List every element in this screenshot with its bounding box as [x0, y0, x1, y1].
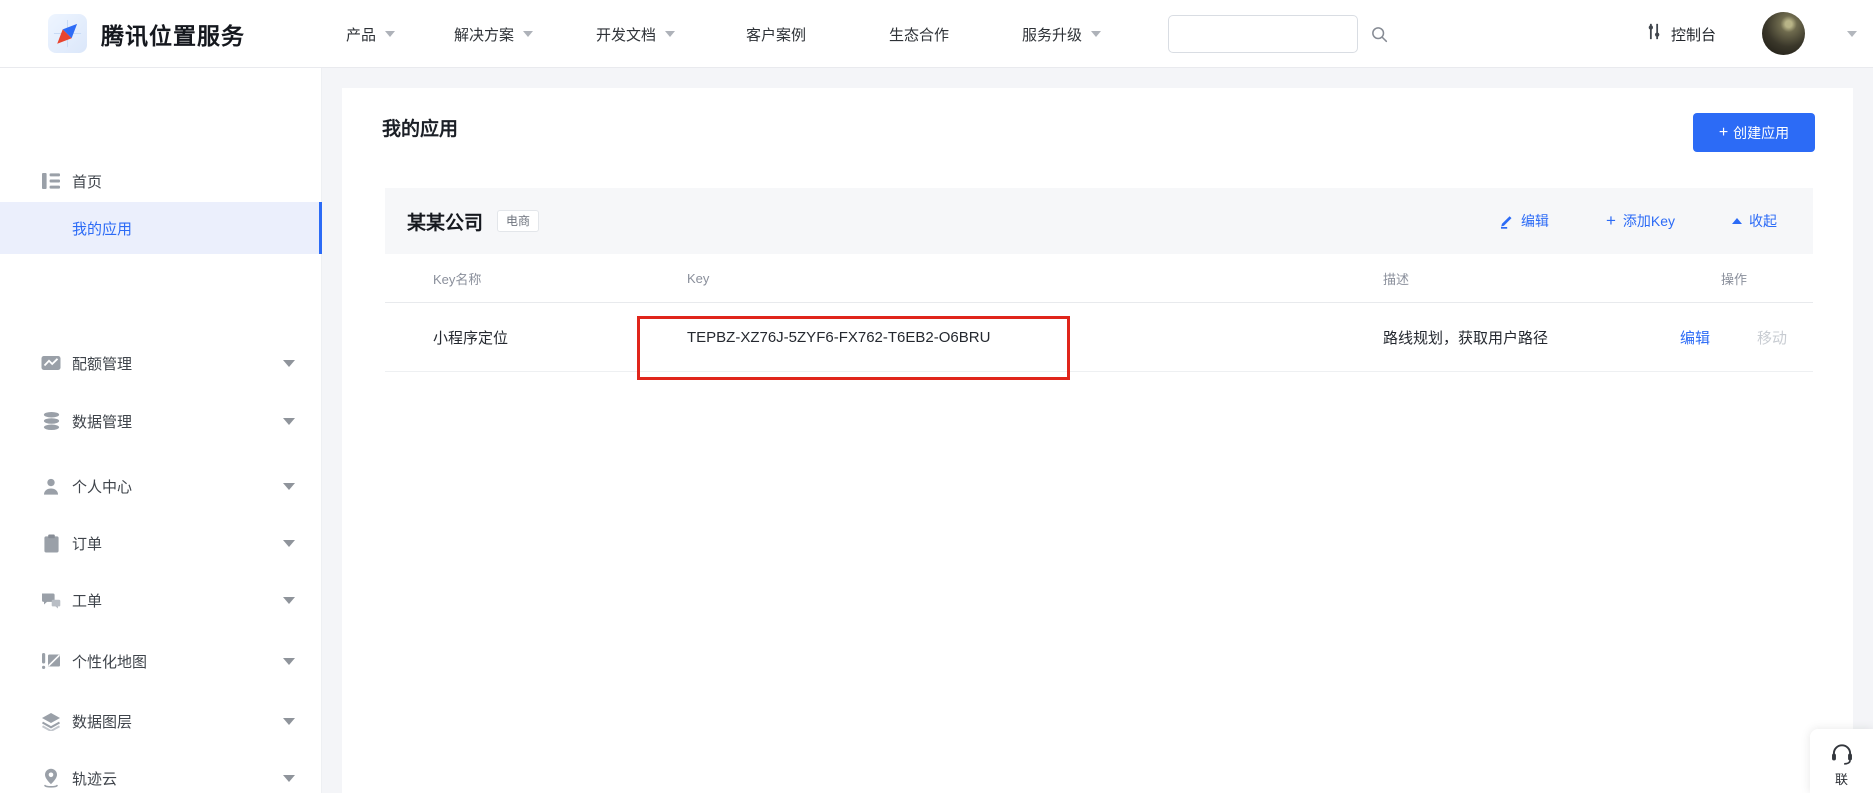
- chevron-down-icon: [385, 31, 395, 37]
- table-row: 小程序定位 TEPBZ-XZ76J-5ZYF6-FX762-T6EB2-O6BR…: [385, 303, 1813, 372]
- page-title: 我的应用: [382, 114, 458, 141]
- nav-item-service-upgrade[interactable]: 服务升级: [1022, 0, 1101, 68]
- active-indicator: [319, 202, 322, 254]
- create-app-button[interactable]: + 创建应用: [1693, 113, 1815, 152]
- location-pin-icon: [40, 768, 62, 788]
- nav-item-cases[interactable]: 客户案例: [746, 0, 806, 68]
- database-icon: [40, 411, 62, 431]
- card-header-actions: 编辑 + 添加Key 收起: [1498, 188, 1777, 254]
- chevron-down-icon: [283, 360, 295, 367]
- company-tag-badge: 电商: [497, 210, 539, 232]
- nav-item-solutions[interactable]: 解决方案: [454, 0, 533, 68]
- chevron-down-icon: [283, 540, 295, 547]
- sidebar-item-custom-map[interactable]: 个性化地图: [0, 641, 322, 681]
- key-table-header: Key名称 Key 描述 操作: [385, 254, 1813, 303]
- nav-item-products[interactable]: 产品: [346, 0, 395, 68]
- chevron-down-icon: [283, 775, 295, 782]
- nav-item-docs[interactable]: 开发文档: [596, 0, 675, 68]
- description-cell: 路线规划，获取用户路径: [1383, 303, 1548, 372]
- chevron-down-icon: [283, 597, 295, 604]
- content-panel: 我的应用 + 创建应用 某某公司 电商: [342, 88, 1853, 793]
- sidebar-item-orders[interactable]: 订单: [0, 523, 322, 563]
- console-label: 控制台: [1671, 24, 1716, 45]
- headset-icon: [1829, 741, 1855, 767]
- quota-chart-icon: [40, 353, 62, 373]
- column-header-operations: 操作: [1721, 254, 1747, 303]
- chevron-down-icon: [665, 31, 675, 37]
- sidebar-item-personal-center[interactable]: 个人中心: [0, 466, 322, 506]
- custom-map-icon: [40, 651, 62, 671]
- support-widget[interactable]: 联: [1810, 729, 1873, 793]
- chevron-down-icon[interactable]: [1847, 31, 1857, 37]
- key-name-cell: 小程序定位: [433, 303, 508, 372]
- chat-bubbles-icon: [40, 590, 62, 610]
- chevron-down-icon: [283, 418, 295, 425]
- logo[interactable]: 腾讯位置服务: [48, 14, 245, 53]
- nav-item-ecosystem[interactable]: 生态合作: [889, 0, 949, 68]
- sidebar-item-track-cloud[interactable]: 轨迹云: [0, 758, 322, 793]
- sidebar-item-data-management[interactable]: 数据管理: [0, 401, 322, 441]
- sliders-icon: [1645, 22, 1663, 46]
- search-input[interactable]: [1169, 16, 1370, 52]
- sidebar-item-home[interactable]: 首页: [0, 161, 322, 201]
- person-icon: [40, 476, 62, 496]
- sidebar-item-my-apps[interactable]: 我的应用: [0, 202, 322, 254]
- row-move-link-disabled: 移动: [1757, 303, 1787, 372]
- company-name: 某某公司: [407, 208, 483, 235]
- sidebar-item-data-layers[interactable]: 数据图层: [0, 701, 322, 741]
- page: 腾讯位置服务 产品 解决方案 开发文档 客户案例 生态合作 服务升级: [0, 0, 1873, 793]
- layers-icon: [40, 711, 62, 731]
- logo-title: 腾讯位置服务: [101, 17, 245, 51]
- search-box: [1168, 15, 1358, 53]
- edit-app-button[interactable]: 编辑: [1498, 211, 1549, 231]
- console-link[interactable]: 控制台: [1645, 0, 1716, 68]
- clipboard-icon: [40, 533, 62, 553]
- top-navbar: 腾讯位置服务 产品 解决方案 开发文档 客户案例 生态合作 服务升级: [0, 0, 1873, 68]
- sidebar-item-quota[interactable]: 配额管理: [0, 343, 322, 383]
- chevron-down-icon: [283, 483, 295, 490]
- chevron-up-icon: [1732, 218, 1742, 224]
- chevron-down-icon: [283, 658, 295, 665]
- plus-icon: +: [1719, 124, 1728, 142]
- sidebar: 首页 应用管理 我的应用: [0, 68, 322, 793]
- home-list-icon: [40, 171, 62, 191]
- user-avatar[interactable]: [1762, 12, 1805, 55]
- app-card: 某某公司 电商 编辑 +: [385, 188, 1813, 372]
- plus-icon: +: [1606, 214, 1616, 228]
- key-value-cell: TEPBZ-XZ76J-5ZYF6-FX762-T6EB2-O6BRU: [687, 303, 990, 372]
- row-edit-link[interactable]: 编辑: [1680, 303, 1710, 372]
- column-header-key: Key: [687, 254, 709, 303]
- chevron-down-icon: [283, 718, 295, 725]
- support-widget-label: 联: [1835, 769, 1848, 788]
- column-header-description: 描述: [1383, 254, 1409, 303]
- app-card-header: 某某公司 电商 编辑 +: [385, 188, 1813, 254]
- compass-logo-icon: [48, 14, 87, 53]
- add-key-button[interactable]: + 添加Key: [1606, 211, 1675, 231]
- chevron-down-icon: [1091, 31, 1101, 37]
- column-header-key-name: Key名称: [433, 254, 481, 303]
- sidebar-item-tickets[interactable]: 工单: [0, 580, 322, 620]
- collapse-button[interactable]: 收起: [1732, 211, 1777, 231]
- chevron-down-icon: [523, 31, 533, 37]
- search-icon[interactable]: [1370, 25, 1389, 44]
- pencil-icon: [1498, 213, 1514, 229]
